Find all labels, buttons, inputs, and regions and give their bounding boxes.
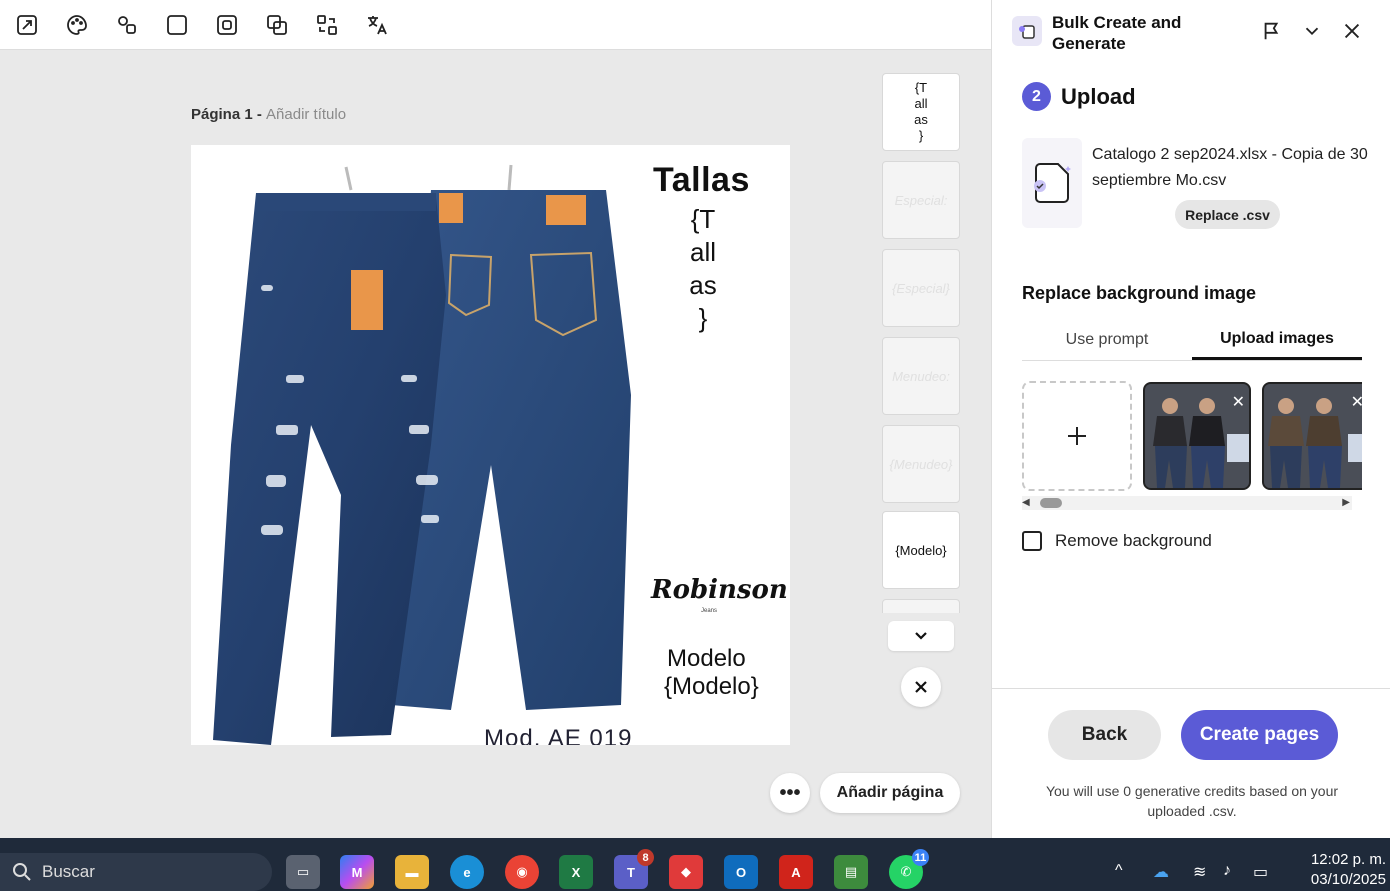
add-title-link[interactable]: Añadir título — [266, 106, 346, 123]
swap-icon[interactable] — [314, 12, 340, 38]
anydesk-icon[interactable]: ◆ — [669, 855, 703, 889]
brand-sub: Jeans — [701, 608, 718, 614]
brand-logo[interactable]: Robinson — [651, 575, 788, 605]
acrobat-icon[interactable]: A — [779, 855, 813, 889]
thumbnail-item[interactable] — [882, 599, 960, 613]
images-scrollbar[interactable]: ◀ ▶ — [1022, 496, 1352, 510]
clock[interactable]: 12:02 p. m. 03/10/2025 — [1288, 850, 1386, 890]
remove-background-checkbox[interactable] — [1022, 531, 1042, 551]
remove-image-icon[interactable]: ✕ — [1351, 392, 1362, 412]
excel-icon[interactable]: X — [559, 855, 593, 889]
teams-icon[interactable]: T8 — [614, 849, 654, 889]
ellipsis-icon: ••• — [779, 781, 801, 804]
credits-note: You will use 0 generative credits based … — [1045, 783, 1339, 819]
frame-icon[interactable] — [214, 12, 240, 38]
page-title: Página 1 - Añadir título — [191, 106, 346, 123]
step-label: Upload — [1061, 83, 1136, 109]
task-view-icon[interactable]: ▭ — [286, 855, 320, 889]
thumbnail-strip: {T all as } Especial: {Especial} Menudeo… — [881, 73, 961, 613]
panel-footer: Back Create pages You will use 0 generat… — [992, 688, 1390, 838]
translate-icon[interactable] — [364, 12, 390, 38]
scrollbar-thumb[interactable] — [1040, 498, 1062, 508]
edge-icon[interactable]: e — [450, 855, 484, 889]
uploaded-image-thumbnail[interactable]: ✕ — [1262, 382, 1362, 490]
canvas-area: Página 1 - Añadir título Tallas {T all a… — [0, 51, 991, 838]
panel-header: Bulk Create and Generate — [1012, 12, 1382, 56]
shapes-icon[interactable] — [114, 12, 140, 38]
taskbar-search[interactable]: Buscar — [0, 853, 272, 891]
close-icon[interactable] — [1339, 18, 1365, 44]
battery-icon[interactable]: ▭ — [1253, 862, 1268, 882]
add-page-button[interactable]: Añadir página — [820, 773, 960, 813]
onedrive-icon[interactable]: ☁ — [1153, 862, 1169, 882]
background-tabs: Use prompt Upload images — [1022, 320, 1362, 361]
search-label: Buscar — [42, 862, 95, 881]
model-code-text[interactable]: Mod. AE 019 — [484, 725, 632, 745]
step-number: 2 — [1022, 82, 1051, 111]
top-toolbar — [0, 0, 991, 50]
replace-csv-button[interactable]: Replace .csv — [1175, 200, 1280, 229]
chart-app-icon[interactable]: ▤ — [834, 855, 868, 889]
uploaded-image-thumbnail[interactable]: ✕ — [1143, 382, 1251, 490]
flag-icon[interactable] — [1259, 18, 1285, 44]
csv-file-icon — [1022, 138, 1082, 228]
modelo-placeholder[interactable]: {Modelo} — [664, 673, 759, 701]
volume-icon[interactable]: ♪ — [1223, 862, 1231, 880]
plus-icon — [1068, 427, 1086, 445]
chevron-up-icon[interactable]: ^ — [1115, 862, 1123, 880]
chevron-down-icon — [915, 632, 927, 640]
tab-use-prompt[interactable]: Use prompt — [1022, 320, 1192, 360]
palette-icon[interactable] — [64, 12, 90, 38]
step-indicator: 2 Upload — [1022, 82, 1136, 111]
uploaded-file-name: Catalogo 2 sep2024.xlsx - Copia de 30 se… — [1092, 146, 1368, 189]
bulk-create-icon — [1012, 16, 1042, 46]
uploaded-images-row: ✕ ✕ — [1022, 380, 1362, 492]
resize-icon[interactable] — [14, 12, 40, 38]
close-icon — [915, 681, 927, 693]
bulk-create-panel: Bulk Create and Generate 2 Upload Catalo… — [991, 0, 1390, 838]
thumbnail-item[interactable]: {Menudeo} — [882, 425, 960, 503]
artboard[interactable]: Tallas {T all as } Robinson Jeans Modelo… — [191, 145, 790, 745]
create-pages-button[interactable]: Create pages — [1181, 710, 1338, 760]
clock-time: 12:02 p. m. — [1310, 851, 1386, 868]
thumbnail-item[interactable]: {T all as } — [882, 73, 960, 151]
jeans-image[interactable] — [191, 145, 651, 745]
tallas-heading[interactable]: Tallas — [653, 161, 750, 200]
file-explorer-icon[interactable]: ▬ — [395, 855, 429, 889]
chrome-icon[interactable]: ◉ — [505, 855, 539, 889]
thumbnail-item[interactable]: Menudeo: — [882, 337, 960, 415]
thumbnail-item[interactable]: Especial: — [882, 161, 960, 239]
remove-background-row: Remove background — [1022, 531, 1212, 551]
tab-upload-images[interactable]: Upload images — [1192, 320, 1362, 360]
outlook-icon[interactable]: O — [724, 855, 758, 889]
close-thumbnails-button[interactable] — [901, 667, 941, 707]
modelo-label[interactable]: Modelo — [667, 645, 746, 673]
section-title: Replace background image — [1022, 283, 1257, 303]
remove-background-label[interactable]: Remove background — [1055, 531, 1212, 551]
back-button[interactable]: Back — [1048, 710, 1161, 760]
remove-image-icon[interactable]: ✕ — [1232, 392, 1245, 412]
scroll-right-icon[interactable]: ▶ — [1342, 497, 1350, 508]
chevron-down-icon[interactable] — [1299, 18, 1325, 44]
thumbnail-item[interactable]: {Especial} — [882, 249, 960, 327]
search-icon — [13, 863, 31, 881]
thumbnail-scroll-down-button[interactable] — [888, 621, 954, 651]
m365-icon[interactable]: M — [340, 855, 374, 889]
panel-title: Bulk Create and Generate — [1052, 13, 1182, 53]
taskbar: Buscar ▭ M ▬ e ◉ X T8 ◆ O A ▤ ✆ 11 ^ ☁ ≋ … — [0, 838, 1390, 891]
layers-icon[interactable] — [264, 12, 290, 38]
more-options-button[interactable]: ••• — [770, 773, 810, 813]
whatsapp-badge: 11 — [912, 849, 929, 866]
whatsapp-icon[interactable]: ✆ 11 — [889, 849, 929, 889]
teams-badge: 8 — [637, 849, 654, 866]
add-image-button[interactable] — [1022, 381, 1132, 491]
scroll-left-icon[interactable]: ◀ — [1022, 497, 1030, 508]
page-title-text: Página 1 - — [191, 106, 267, 123]
square-icon[interactable] — [164, 12, 190, 38]
clock-date: 03/10/2025 — [1310, 871, 1386, 888]
thumbnail-item[interactable]: {Modelo} — [882, 511, 960, 589]
tallas-placeholder[interactable]: {T all as } — [671, 203, 735, 335]
wifi-icon[interactable]: ≋ — [1193, 862, 1206, 882]
